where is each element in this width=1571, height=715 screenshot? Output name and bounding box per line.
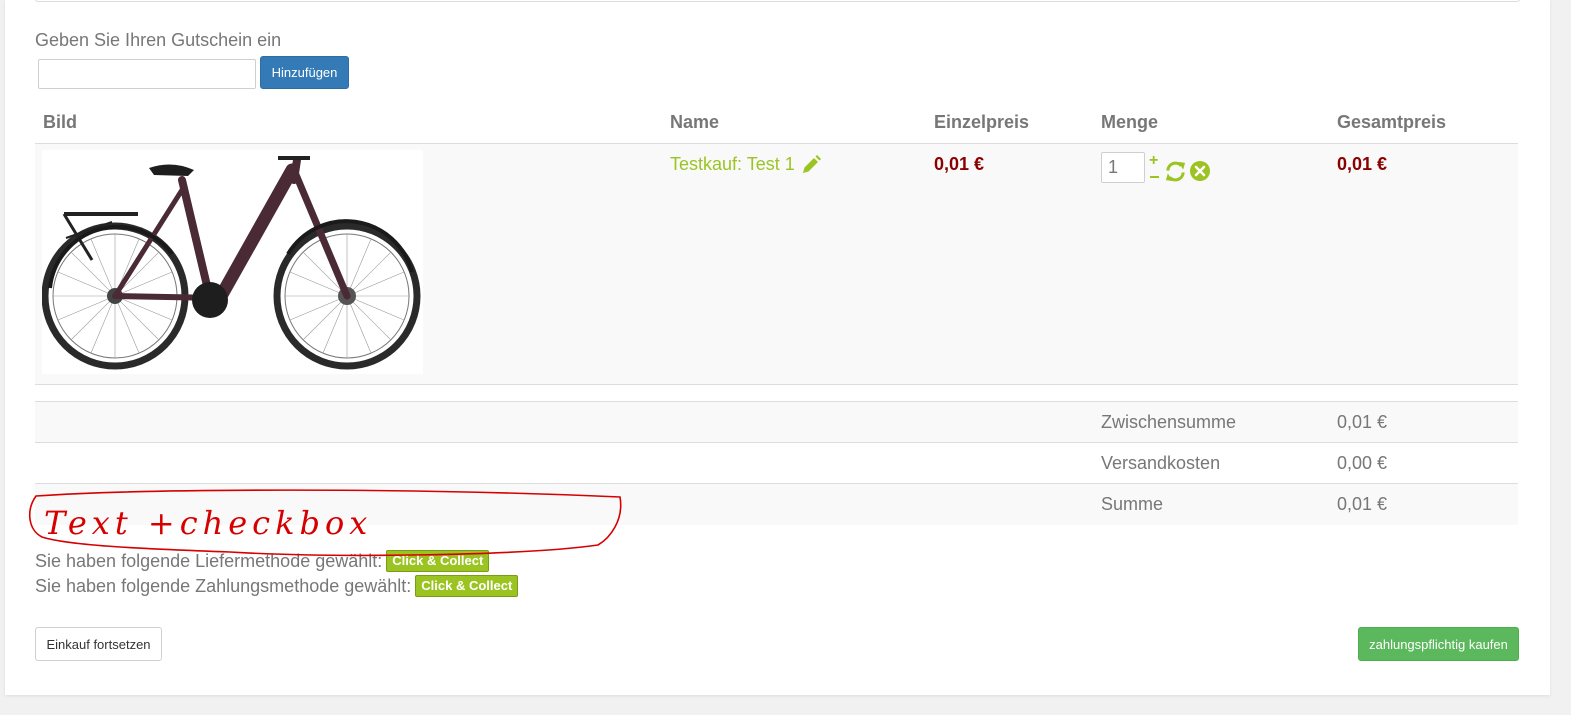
delivery-method-badge: Click & Collect <box>386 550 490 572</box>
top-container-edge <box>35 0 1520 2</box>
product-image[interactable] <box>41 150 423 374</box>
sum-label: Summe <box>1101 494 1164 514</box>
sum-row <box>35 484 1518 525</box>
payment-method-badge: Click & Collect <box>415 575 519 597</box>
column-header-unit-price: Einzelpreis <box>934 112 1030 132</box>
sum-value: 0,01 € <box>1337 494 1388 514</box>
pencil-icon[interactable] <box>801 154 821 175</box>
payment-method-line: Sie haben folgende Zahlungsmethode gewäh… <box>35 575 519 597</box>
column-header-quantity: Menge <box>1101 112 1159 132</box>
buy-button[interactable]: zahlungspflichtig kaufen <box>1358 627 1519 661</box>
product-name-link[interactable]: Testkauf: Test 1 <box>670 154 821 175</box>
remove-item-icon[interactable] <box>1190 161 1210 181</box>
subtotal-row <box>35 402 1518 443</box>
subtotal-label: Zwischensumme <box>1101 412 1237 432</box>
quantity-input[interactable] <box>1101 152 1145 183</box>
quantity-plus-button[interactable]: + <box>1149 152 1158 170</box>
row-divider <box>35 384 1518 385</box>
delivery-method-line: Sie haben folgende Liefermethode gewählt… <box>35 550 490 572</box>
totals-divider-1 <box>35 442 1518 443</box>
coupon-label: Geben Sie Ihren Gutschein ein <box>35 30 282 50</box>
product-name[interactable]: Testkauf: Test 1 <box>670 154 795 175</box>
delivery-method-text: Sie haben folgende Liefermethode gewählt… <box>35 550 383 571</box>
unit-price: 0,01 € <box>934 154 985 174</box>
ebike-image <box>41 156 421 370</box>
coupon-input[interactable] <box>38 59 256 89</box>
column-header-image: Bild <box>43 112 77 132</box>
column-header-name: Name <box>670 112 720 132</box>
quantity-minus-button[interactable] <box>1150 176 1159 178</box>
subtotal-value: 0,01 € <box>1337 412 1388 432</box>
add-coupon-button[interactable]: Hinzufügen <box>260 56 349 89</box>
shipping-label: Versandkosten <box>1101 453 1221 473</box>
column-header-total-price: Gesamtpreis <box>1337 112 1447 132</box>
shipping-value: 0,00 € <box>1337 453 1388 473</box>
payment-method-text: Sie haben folgende Zahlungsmethode gewäh… <box>35 575 412 596</box>
refresh-icon[interactable] <box>1164 160 1187 183</box>
continue-shopping-button[interactable]: Einkauf fortsetzen <box>35 627 162 661</box>
total-price: 0,01 € <box>1337 154 1388 174</box>
